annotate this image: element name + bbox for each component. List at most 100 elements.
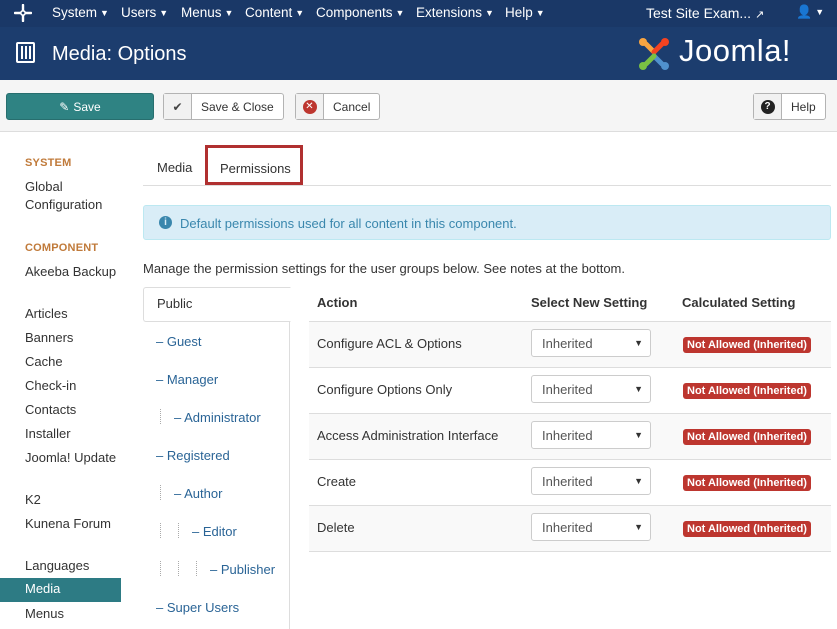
group-guest[interactable]: – Guest bbox=[156, 334, 202, 349]
setting-select-value: Inherited bbox=[542, 336, 593, 351]
group-registered[interactable]: – Registered bbox=[156, 448, 230, 463]
setting-select-value: Inherited bbox=[542, 520, 593, 535]
group-editor[interactable]: – Editor bbox=[192, 524, 237, 539]
menu-components[interactable]: Components ▼ bbox=[316, 5, 404, 20]
setting-select[interactable]: Inherited ▼ bbox=[531, 513, 651, 541]
table-bottom-border bbox=[309, 551, 831, 552]
save-button[interactable]: ✎ Save bbox=[6, 93, 154, 120]
menu-system-label: System bbox=[52, 5, 98, 20]
menu-users-label: Users bbox=[121, 5, 157, 20]
status-badge: Not Allowed (Inherited) bbox=[683, 521, 811, 537]
save-close-label: Save & Close bbox=[201, 99, 274, 114]
sidebar-item-articles[interactable]: Articles bbox=[25, 305, 121, 323]
menu-extensions-label: Extensions bbox=[416, 5, 483, 20]
caret-down-icon: ▼ bbox=[100, 8, 109, 18]
menu-help[interactable]: Help ▼ bbox=[505, 5, 545, 20]
tab-media[interactable]: Media bbox=[157, 160, 192, 175]
sidebar-item-check-in[interactable]: Check-in bbox=[25, 377, 121, 395]
info-icon: i bbox=[159, 216, 172, 229]
joomla-logo-icon[interactable] bbox=[14, 4, 32, 22]
cancel-icon: ✕ bbox=[296, 94, 324, 119]
top-navbar: System ▼ Users ▼ Menus ▼ Content ▼ Component… bbox=[0, 0, 837, 27]
action-name: Access Administration Interface bbox=[317, 428, 499, 443]
action-name: Configure Options Only bbox=[317, 382, 453, 397]
tab-permissions-label: Permissions bbox=[220, 161, 291, 176]
menu-content[interactable]: Content ▼ bbox=[245, 5, 304, 20]
status-badge: Not Allowed (Inherited) bbox=[683, 475, 811, 491]
chevron-down-icon: ▼ bbox=[634, 430, 643, 440]
caret-down-icon: ▼ bbox=[224, 8, 234, 18]
sidebar-item-joomla-update[interactable]: Joomla! Update bbox=[25, 449, 121, 467]
tree-indent bbox=[160, 485, 161, 500]
save-button-label: Save bbox=[73, 99, 101, 114]
caret-down-icon: ▼ bbox=[159, 8, 169, 18]
joomla-brand-icon bbox=[639, 38, 669, 70]
column-header-calculated: Calculated Setting bbox=[682, 295, 796, 310]
menu-users[interactable]: Users ▼ bbox=[121, 5, 168, 20]
cancel-label: Cancel bbox=[333, 99, 371, 114]
group-author[interactable]: – Author bbox=[174, 486, 222, 501]
user-menu[interactable]: 👤 ▼ bbox=[796, 4, 824, 20]
tree-indent bbox=[160, 561, 161, 576]
site-link-label: Test Site Exam... bbox=[646, 5, 752, 21]
options-icon bbox=[16, 42, 35, 63]
cancel-button[interactable]: ✕ Cancel bbox=[295, 93, 381, 120]
setting-select[interactable]: Inherited ▼ bbox=[531, 421, 651, 449]
menu-components-label: Components bbox=[316, 5, 393, 20]
sidebar-item-global-configuration[interactable]: Global Configuration bbox=[25, 178, 121, 214]
chevron-down-icon: ▼ bbox=[634, 476, 643, 486]
sidebar-heading-component: COMPONENT bbox=[25, 242, 99, 254]
caret-down-icon: ▼ bbox=[535, 8, 545, 18]
chevron-down-icon: ▼ bbox=[634, 338, 643, 348]
setting-select[interactable]: Inherited ▼ bbox=[531, 375, 651, 403]
caret-down-icon: ▼ bbox=[815, 7, 825, 17]
help-label: Help bbox=[791, 99, 816, 114]
menu-extensions[interactable]: Extensions ▼ bbox=[416, 5, 494, 20]
save-close-button[interactable]: ✔ Save & Close bbox=[163, 93, 284, 120]
setting-select[interactable]: Inherited ▼ bbox=[531, 329, 651, 357]
action-name: Create bbox=[317, 474, 357, 489]
menu-system[interactable]: System ▼ bbox=[52, 5, 109, 20]
question-icon: ? bbox=[754, 94, 782, 119]
group-administrator[interactable]: – Administrator bbox=[174, 410, 261, 425]
sidebar-item-menus[interactable]: Menus bbox=[25, 605, 121, 623]
group-public-label: Public bbox=[157, 296, 193, 311]
menu-menus-label: Menus bbox=[181, 5, 222, 20]
setting-select-value: Inherited bbox=[542, 474, 593, 489]
group-publisher[interactable]: – Publisher bbox=[210, 562, 275, 577]
site-link[interactable]: Test Site Exam... ↗ bbox=[646, 5, 764, 21]
menu-content-label: Content bbox=[245, 5, 293, 20]
caret-down-icon: ▼ bbox=[395, 8, 405, 18]
help-button[interactable]: ? Help bbox=[753, 93, 826, 120]
sidebar-item-kunena-forum[interactable]: Kunena Forum bbox=[25, 515, 121, 533]
tab-permissions[interactable]: Permissions bbox=[205, 145, 303, 185]
tree-indent bbox=[178, 561, 179, 576]
edit-icon: ✎ bbox=[59, 99, 70, 114]
sidebar-item-akeeba-backup[interactable]: Akeeba Backup bbox=[25, 263, 121, 281]
table-row: Configure Options Only Inherited ▼ Not Al… bbox=[309, 367, 831, 413]
caret-down-icon: ▼ bbox=[295, 8, 305, 18]
menu-menus[interactable]: Menus ▼ bbox=[181, 5, 233, 20]
sidebar-item-cache[interactable]: Cache bbox=[25, 353, 121, 371]
sidebar-item-contacts[interactable]: Contacts bbox=[25, 401, 121, 419]
action-name: Configure ACL & Options bbox=[317, 336, 462, 351]
tree-indent bbox=[160, 523, 161, 538]
user-groups-list: Public – Guest – Manager – Administrator… bbox=[143, 287, 291, 629]
action-name: Delete bbox=[317, 520, 355, 535]
setting-select-value: Inherited bbox=[542, 428, 593, 443]
group-super-users[interactable]: – Super Users bbox=[156, 600, 239, 615]
sidebar-item-k2[interactable]: K2 bbox=[25, 491, 121, 509]
sidebar-item-banners[interactable]: Banners bbox=[25, 329, 121, 347]
setting-select[interactable]: Inherited ▼ bbox=[531, 467, 651, 495]
sidebar-item-languages[interactable]: Languages bbox=[25, 557, 121, 575]
sidebar-item-installer[interactable]: Installer bbox=[25, 425, 121, 443]
sidebar-item-media[interactable]: Media bbox=[0, 578, 121, 602]
tree-indent bbox=[196, 561, 197, 576]
menu-help-label: Help bbox=[505, 5, 533, 20]
page-title: Media: Options bbox=[52, 43, 187, 65]
table-row: Access Administration Interface Inherite… bbox=[309, 413, 831, 459]
info-message: Default permissions used for all content… bbox=[180, 216, 517, 231]
check-icon: ✔ bbox=[164, 94, 192, 119]
info-alert: i Default permissions used for all conte… bbox=[143, 205, 831, 240]
group-manager[interactable]: – Manager bbox=[156, 372, 218, 387]
